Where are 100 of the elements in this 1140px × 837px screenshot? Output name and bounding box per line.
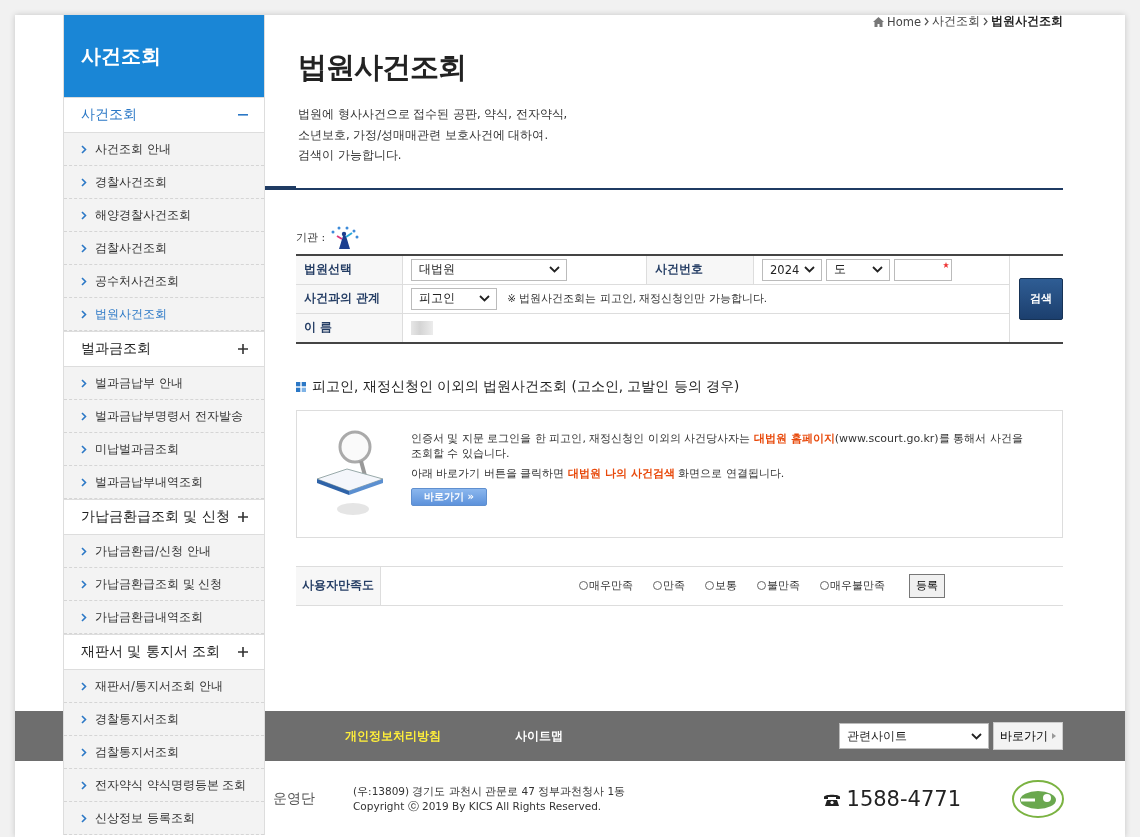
copyright: Copyright ⓒ 2019 By KICS All Rights Reserved. bbox=[353, 799, 603, 814]
chevron-icon bbox=[81, 477, 87, 487]
info-text: 아래 바로가기 버튼을 클릭하면 대법원 나의 사건검색 화면으로 연결됩니다. bbox=[411, 465, 786, 481]
agency-label: 기관 : bbox=[296, 230, 326, 245]
rating-option[interactable]: 매우불만족 bbox=[820, 578, 885, 593]
footer-link[interactable]: 사이트맵 bbox=[515, 728, 563, 744]
chevron-icon bbox=[81, 444, 87, 454]
sidebar-group[interactable]: 가납금환급조회 및 신청 bbox=[64, 499, 264, 535]
relation-select[interactable]: 피고인 bbox=[411, 287, 498, 310]
footer-address: (우:13809) 경기도 과천시 관문로 47 정부과천청사 1동 bbox=[353, 784, 626, 799]
sidebar-item-label: 경찰사건조회 bbox=[95, 174, 167, 190]
sidebar-item[interactable]: 가납금환급/신청 안내 bbox=[64, 535, 264, 568]
case-type-select[interactable]: 도 bbox=[826, 258, 891, 281]
footer-link[interactable]: 개인정보처리방침 bbox=[345, 728, 441, 744]
required-mark-icon bbox=[943, 261, 950, 268]
chevron-icon bbox=[81, 243, 87, 253]
chevron-right-icon bbox=[924, 17, 929, 26]
phone-icon bbox=[822, 792, 841, 806]
sidebar-item-label: 해양경찰사건조회 bbox=[95, 207, 191, 223]
plus-icon bbox=[238, 512, 248, 522]
sidebar-item-label: 검찰통지서조회 bbox=[95, 744, 179, 760]
accessibility-mark-icon bbox=[1011, 779, 1065, 819]
chevron-icon bbox=[81, 612, 87, 622]
breadcrumb-item: 법원사건조회 bbox=[991, 15, 1063, 29]
sidebar-item[interactable]: 가납금환급조회 및 신청 bbox=[64, 568, 264, 601]
sidebar-item-label: 벌과금납부명령서 전자발송 bbox=[95, 408, 243, 424]
sidebar-group[interactable]: 재판서 및 통지서 조회 bbox=[64, 634, 264, 670]
sidebar-item-label: 공수처사건조회 bbox=[95, 273, 179, 289]
sidebar-item-label: 벌과금납부내역조회 bbox=[95, 474, 203, 490]
chevron-down-icon bbox=[479, 295, 491, 302]
operator-name: 운영단 bbox=[273, 790, 315, 808]
sidebar-item[interactable]: 검찰사건조회 bbox=[64, 232, 264, 265]
chevron-icon bbox=[81, 747, 87, 757]
page-title: 법원사건조회 bbox=[298, 49, 467, 86]
rating-option[interactable]: 만족 bbox=[653, 578, 685, 593]
court-select[interactable]: 대법원 bbox=[411, 258, 568, 281]
sidebar-item[interactable]: 재판서/통지서조회 안내 bbox=[64, 670, 264, 703]
sidebar-item-label: 벌과금납부 안내 bbox=[95, 375, 183, 391]
sidebar-group[interactable]: 벌과금조회 bbox=[64, 331, 264, 367]
chevron-right-icon bbox=[983, 17, 988, 26]
field-label: 이 름 bbox=[296, 313, 403, 343]
chevron-down-icon bbox=[549, 266, 561, 273]
sidebar-item[interactable]: 경찰사건조회 bbox=[64, 166, 264, 199]
submit-button[interactable]: 등록 bbox=[909, 573, 945, 598]
chevron-icon bbox=[81, 309, 87, 319]
field-label: 법원선택 bbox=[296, 254, 403, 284]
chevron-down-icon bbox=[872, 266, 884, 273]
home-icon bbox=[873, 16, 885, 27]
sidebar-item-label: 재판서/통지서조회 안내 bbox=[95, 678, 223, 694]
satisfaction-label: 사용자만족도 bbox=[296, 566, 381, 605]
chevron-icon bbox=[81, 210, 87, 220]
sidebar-item[interactable]: 검찰통지서조회 bbox=[64, 736, 264, 769]
sidebar-item[interactable]: 전자약식 약식명령등본 조회 bbox=[64, 769, 264, 802]
sidebar-item-label: 신상정보 등록조회 bbox=[95, 810, 195, 826]
breadcrumb-item[interactable]: 사건조회 bbox=[932, 15, 980, 29]
sidebar-item[interactable]: 해양경찰사건조회 bbox=[64, 199, 264, 232]
sidebar-item-label: 미납벌과금조회 bbox=[95, 441, 179, 457]
grid-bullet-icon bbox=[296, 381, 306, 392]
chevron-icon bbox=[81, 780, 87, 790]
plus-icon bbox=[238, 647, 248, 657]
breadcrumb-item[interactable]: Home bbox=[887, 15, 921, 29]
section-heading: 피고인, 재정신청인 이외의 법원사건조회 (고소인, 고발인 등의 경우) bbox=[312, 377, 740, 396]
search-button[interactable]: 검색 bbox=[1018, 277, 1063, 320]
sidebar-item-label: 가납금환급/신청 안내 bbox=[95, 543, 211, 559]
chevron-icon bbox=[81, 276, 87, 286]
sidebar-item-label: 전자약식 약식명령등본 조회 bbox=[95, 777, 247, 793]
field-label: 사건번호 bbox=[646, 254, 754, 284]
sidebar-item-label: 가납금환급내역조회 bbox=[95, 609, 203, 625]
rating-option[interactable]: 매우만족 bbox=[579, 578, 633, 593]
sidebar-item[interactable]: 미납벌과금조회 bbox=[64, 433, 264, 466]
sidebar-item[interactable]: 경찰통지서조회 bbox=[64, 703, 264, 736]
plus-icon bbox=[238, 344, 248, 354]
sidebar-item[interactable]: 벌과금납부명령서 전자발송 bbox=[64, 400, 264, 433]
info-text: 인증서 및 지문 로그인을 한 피고인, 재정신청인 이외의 사건당사자는 대법원 홈페이지(www.scourt.go.kr)를 통해서 사건을 조회할 수 있습니다. bbox=[411, 430, 1024, 461]
sidebar-item-label: 사건조회 안내 bbox=[95, 141, 171, 157]
chevron-icon bbox=[81, 813, 87, 823]
chevron-down-icon bbox=[971, 732, 982, 740]
sidebar-item[interactable]: 공수처사건조회 bbox=[64, 265, 264, 298]
sidebar-item-label: 검찰사건조회 bbox=[95, 240, 167, 256]
go-button[interactable]: 바로가기 bbox=[993, 722, 1063, 750]
rating-option[interactable]: 보통 bbox=[705, 578, 737, 593]
sidebar-item[interactable]: 사건조회 안내 bbox=[64, 133, 264, 166]
case-number-field[interactable] bbox=[894, 258, 953, 281]
chevron-icon bbox=[81, 411, 87, 421]
field-label: 사건과의 관계 bbox=[296, 284, 403, 313]
chevron-icon bbox=[81, 714, 87, 724]
rating-option[interactable]: 불만족 bbox=[757, 578, 800, 593]
sidebar-item-label: 가납금환급조회 및 신청 bbox=[95, 576, 223, 592]
page-description: 법원에 형사사건으로 접수된 공판, 약식, 전자약식, 소년보호, 가정/성매매관련 보호사건에 대하여. 검색이 가능합니다. bbox=[298, 106, 569, 164]
chevron-down-icon bbox=[804, 266, 816, 273]
chevron-icon bbox=[81, 579, 87, 589]
caret-icon bbox=[1052, 733, 1056, 739]
sidebar-item[interactable]: 벌과금납부 안내 bbox=[64, 367, 264, 400]
sidebar-title: 사건조회 bbox=[64, 15, 264, 97]
year-select[interactable]: 2024 bbox=[762, 258, 823, 281]
related-sites-select[interactable]: 관련사이트 bbox=[839, 723, 989, 749]
sidebar-item[interactable]: 신상정보 등록조회 bbox=[64, 802, 264, 835]
sidebar-item-label: 경찰통지서조회 bbox=[95, 711, 179, 727]
chevron-icon bbox=[81, 681, 87, 691]
sidebar-group[interactable]: 사건조회 bbox=[64, 97, 264, 133]
